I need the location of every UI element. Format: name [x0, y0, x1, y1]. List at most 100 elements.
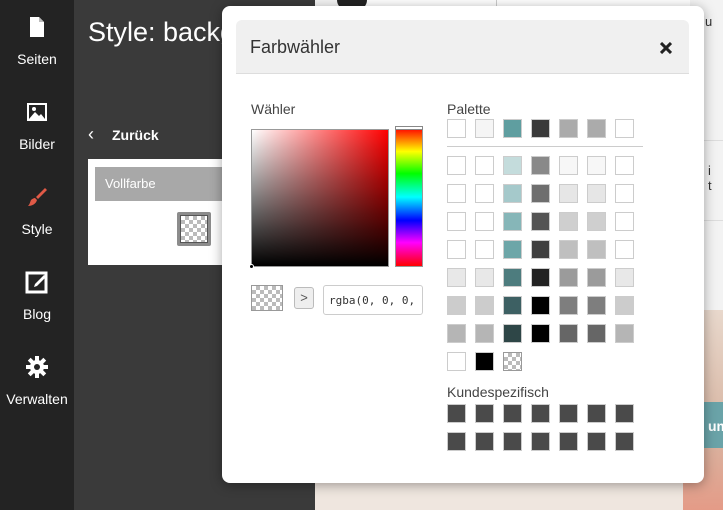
palette-swatch[interactable] [559, 268, 578, 287]
palette-swatch[interactable] [503, 119, 522, 138]
palette-swatch[interactable] [615, 296, 634, 315]
palette-swatch[interactable] [447, 324, 466, 343]
sidebar-item-label: Bilder [19, 136, 55, 152]
palette-swatch[interactable] [615, 212, 634, 231]
palette-swatch[interactable] [475, 184, 494, 203]
palette-swatch[interactable] [615, 268, 634, 287]
palette-swatch[interactable] [531, 324, 550, 343]
custom-swatch[interactable] [475, 404, 494, 423]
custom-swatch[interactable] [447, 432, 466, 451]
custom-swatch[interactable] [587, 432, 606, 451]
palette-swatch[interactable] [531, 296, 550, 315]
palette-swatch[interactable] [447, 184, 466, 203]
palette-swatch[interactable] [475, 324, 494, 343]
palette-swatch[interactable] [587, 324, 606, 343]
palette-swatch[interactable] [559, 156, 578, 175]
fill-color-swatch[interactable] [177, 212, 211, 246]
palette-swatch[interactable] [503, 240, 522, 259]
chevron-left-icon: ‹ [88, 124, 94, 144]
sidebar-item-label: Verwalten [6, 391, 68, 407]
hue-slider[interactable] [395, 127, 423, 267]
custom-swatch[interactable] [475, 432, 494, 451]
palette-swatch[interactable] [475, 156, 494, 175]
custom-swatch[interactable] [587, 404, 606, 423]
palette-swatch[interactable] [503, 352, 522, 371]
custom-swatch[interactable] [559, 432, 578, 451]
palette-swatch[interactable] [475, 240, 494, 259]
close-icon [659, 41, 673, 55]
custom-swatch[interactable] [531, 432, 550, 451]
palette-swatch[interactable] [559, 184, 578, 203]
close-button[interactable] [659, 39, 674, 55]
palette-swatch[interactable] [615, 240, 634, 259]
palette-swatch[interactable] [559, 324, 578, 343]
palette-swatch[interactable] [587, 268, 606, 287]
sidebar-item-verwalten[interactable]: Verwalten [0, 340, 74, 410]
palette-swatch[interactable] [587, 240, 606, 259]
palette-swatch[interactable] [531, 212, 550, 231]
edit-icon [25, 270, 49, 294]
picker-handle[interactable] [249, 264, 254, 269]
palette-swatch[interactable] [503, 268, 522, 287]
page-icon [25, 15, 49, 39]
image-icon [25, 100, 49, 124]
palette-swatch[interactable] [503, 156, 522, 175]
sidebar-item-label: Style [21, 221, 53, 237]
palette-swatch[interactable] [559, 119, 578, 138]
palette-swatch[interactable] [475, 212, 494, 231]
palette-label: Palette [447, 101, 491, 117]
palette-swatch[interactable] [447, 212, 466, 231]
palette-swatch[interactable] [587, 156, 606, 175]
sidebar-item-seiten[interactable]: Seiten [0, 0, 74, 70]
custom-swatch[interactable] [447, 404, 466, 423]
palette-swatch[interactable] [587, 296, 606, 315]
palette-swatch[interactable] [615, 324, 634, 343]
sidebar-item-style[interactable]: Style [0, 170, 74, 240]
custom-swatch[interactable] [531, 404, 550, 423]
palette-swatch[interactable] [447, 268, 466, 287]
palette-swatch[interactable] [475, 352, 494, 371]
palette-swatch[interactable] [447, 156, 466, 175]
palette-swatch[interactable] [587, 212, 606, 231]
palette-swatch[interactable] [447, 240, 466, 259]
back-label: Zurück [112, 127, 159, 143]
rgba-input[interactable] [323, 285, 423, 315]
saturation-value-picker[interactable] [251, 129, 389, 267]
sidebar-item-bilder[interactable]: Bilder [0, 85, 74, 155]
palette-swatch[interactable] [615, 119, 634, 138]
dialog-title: Farbwähler [250, 37, 341, 57]
palette-swatch[interactable] [475, 296, 494, 315]
palette-swatch[interactable] [475, 268, 494, 287]
palette-swatch[interactable] [559, 296, 578, 315]
custom-swatch[interactable] [503, 432, 522, 451]
custom-swatch[interactable] [615, 404, 634, 423]
back-button[interactable]: ‹ Zurück [88, 124, 159, 145]
palette-swatch[interactable] [531, 240, 550, 259]
palette-swatch[interactable] [447, 119, 466, 138]
palette-swatch[interactable] [531, 184, 550, 203]
palette-swatch[interactable] [531, 156, 550, 175]
palette-swatch[interactable] [503, 324, 522, 343]
apply-color-button[interactable]: > [294, 287, 314, 309]
palette-swatch[interactable] [503, 212, 522, 231]
custom-swatch[interactable] [615, 432, 634, 451]
sidebar-item-blog[interactable]: Blog [0, 255, 74, 325]
palette-swatch[interactable] [559, 212, 578, 231]
palette-swatch[interactable] [503, 184, 522, 203]
sidebar: Seiten Bilder Style Blog Verwalten [0, 0, 74, 510]
palette-swatch[interactable] [531, 268, 550, 287]
palette-swatch[interactable] [447, 352, 466, 371]
custom-swatch[interactable] [503, 404, 522, 423]
palette-swatch[interactable] [447, 296, 466, 315]
palette-swatch[interactable] [503, 296, 522, 315]
custom-swatch[interactable] [559, 404, 578, 423]
palette-swatch[interactable] [615, 184, 634, 203]
palette-swatch[interactable] [587, 184, 606, 203]
preview-banner-text: um [708, 418, 723, 434]
hue-slider-handle[interactable] [395, 126, 423, 130]
palette-swatch[interactable] [559, 240, 578, 259]
palette-swatch[interactable] [615, 156, 634, 175]
palette-swatch[interactable] [475, 119, 494, 138]
palette-swatch[interactable] [531, 119, 550, 138]
palette-swatch[interactable] [587, 119, 606, 138]
